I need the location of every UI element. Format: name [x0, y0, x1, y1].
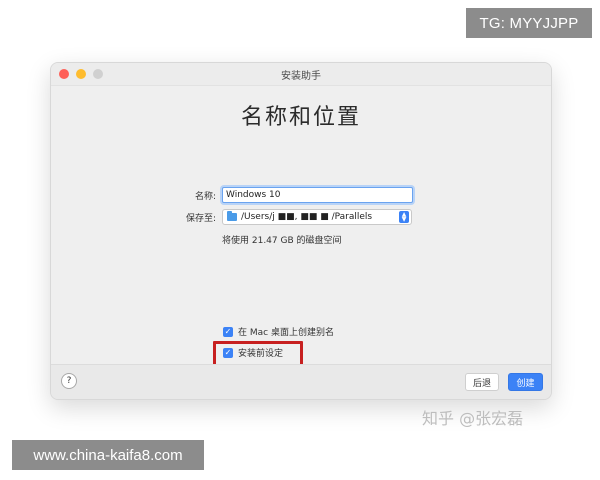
zhihu-watermark: 知乎 @张宏磊 [422, 409, 524, 428]
save-location-select[interactable]: /Users/j ■■, ■■ ■ /Parallels ▲ ▼ [222, 209, 412, 225]
minimize-window-button[interactable] [76, 69, 86, 79]
save-location-row: 保存至: /Users/j ■■, ■■ ■ /Parallels ▲ ▼ [51, 209, 412, 225]
page-heading: 名称和位置 [240, 105, 361, 130]
back-button[interactable]: 后退 [465, 373, 499, 391]
bottom-toolbar: ? 后退 创建 [51, 364, 551, 399]
tg-watermark: TG: MYYJJPP [466, 8, 592, 38]
save-location-label: 保存至: [185, 213, 216, 224]
alias-option-label: 在 Mac 桌面上创建别名 [238, 328, 334, 338]
close-window-button[interactable] [59, 69, 69, 79]
zoom-window-button[interactable] [93, 69, 103, 79]
site-watermark: www.china-kaifa8.com [12, 440, 204, 470]
name-label: 名称: [194, 191, 216, 202]
title-bar: 安装助手 [51, 63, 551, 86]
help-button[interactable]: ? [61, 373, 77, 389]
checkbox-checked-icon[interactable]: ✓ [223, 326, 233, 337]
folder-icon [227, 211, 237, 221]
disk-space-note: 将使用 21.47 GB 的磁盘空间 [222, 236, 342, 246]
window-controls [59, 69, 103, 79]
name-input[interactable]: Windows 10 [222, 187, 413, 203]
name-row: 名称: Windows 10 [51, 187, 413, 203]
installation-assistant-window: 安装助手 名称和位置 名称: Windows 10 保存至: /Users/j … [50, 62, 552, 400]
window-title: 安装助手 [281, 70, 321, 82]
save-path-text: /Users/j ■■, ■■ ■ /Parallels [241, 212, 373, 222]
create-button[interactable]: 创建 [508, 373, 543, 391]
chevron-updown-icon[interactable]: ▲ ▼ [399, 211, 409, 223]
alias-option-row[interactable]: ✓ 在 Mac 桌面上创建别名 [223, 325, 334, 338]
